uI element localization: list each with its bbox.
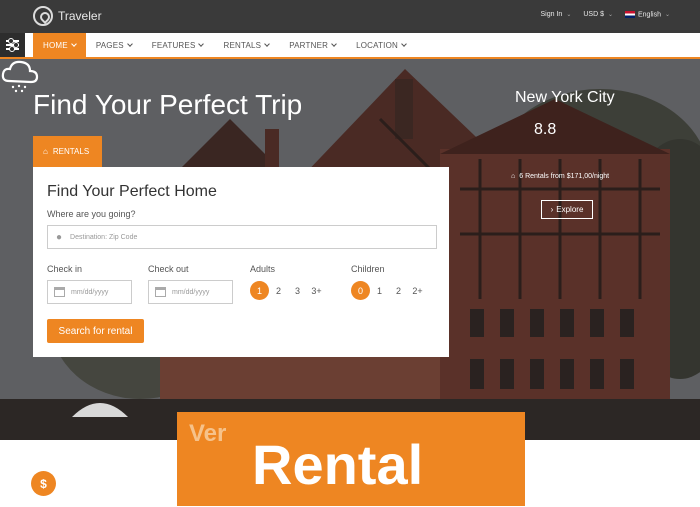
nav-item-label: FEATURES — [151, 40, 196, 50]
check-in-label: Check in — [47, 264, 83, 274]
check-out-label: Check out — [148, 264, 189, 274]
check-in-field[interactable]: mm/dd/yyyy — [47, 280, 132, 304]
tab-rentals-label: RENTALS — [52, 147, 90, 156]
search-card: Find Your Perfect Home Where are you goi… — [33, 167, 449, 357]
destination-label: Where are you going? — [47, 209, 136, 219]
adults-option[interactable]: 3+ — [307, 281, 326, 300]
uk-flag-icon — [625, 11, 635, 18]
hero-title: Find Your Perfect Trip — [33, 89, 303, 120]
children-option[interactable]: 2+ — [408, 281, 427, 300]
rentals-info-text: 6 Rentals from $171,00/night — [519, 173, 610, 180]
nav-item-label: HOME — [43, 40, 68, 50]
chevron-right-icon: › — [550, 205, 554, 214]
sign-in-link[interactable]: Sign In ⌄ — [541, 11, 572, 18]
adults-option[interactable]: 1 — [250, 281, 269, 300]
nav-item-label: RENTALS — [223, 40, 262, 50]
check-out-placeholder: mm/dd/yyyy — [172, 288, 210, 296]
language-select[interactable]: English ⌄ — [625, 11, 670, 18]
brand-logo[interactable]: Traveler — [33, 6, 102, 26]
main-nav: HOME PAGES FEATURES RENTALS PARTNER LOCA… — [0, 33, 700, 59]
search-for-rental-button[interactable]: Search for rental — [47, 319, 144, 343]
filter-toggle-button[interactable] — [0, 33, 25, 57]
home-icon: ⌂ — [43, 147, 48, 156]
banner-small-text: Ver — [189, 420, 227, 447]
map-marker-icon: ● — [56, 231, 63, 243]
home-icon: ⌂ — [511, 173, 516, 180]
banner-big-text: Rental — [252, 433, 424, 496]
search-card-title: Find Your Perfect Home — [47, 183, 217, 200]
currency-switch-button[interactable]: $ — [31, 471, 56, 496]
children-option[interactable]: 0 — [351, 281, 370, 300]
adults-label: Adults — [250, 264, 276, 274]
language-label: English — [638, 11, 661, 19]
destination-placeholder: Destination: Zip Code — [70, 233, 138, 241]
chevron-down-icon: ⌄ — [566, 12, 572, 19]
calendar-icon — [54, 287, 65, 297]
page: Traveler Sign In ⌄ USD $ ⌄ English ⌄ HOME P… — [0, 0, 700, 507]
check-in-placeholder: mm/dd/yyyy — [71, 288, 109, 296]
chevron-down-icon — [401, 41, 407, 47]
chevron-down-icon: ⌄ — [664, 12, 670, 19]
logo-pin-icon — [33, 6, 53, 26]
chevron-down-icon — [70, 41, 77, 47]
chevron-down-icon — [264, 41, 271, 47]
nav-item-label: LOCATION — [356, 40, 398, 50]
nav-item-rentals[interactable]: RENTALS — [213, 33, 279, 57]
top-bar: Traveler Sign In ⌄ USD $ ⌄ English ⌄ — [0, 0, 700, 33]
rentals-info: ⌂ 6 Rentals from $171,00/night — [511, 173, 609, 180]
chevron-down-icon — [126, 41, 133, 47]
chevron-down-icon — [198, 41, 205, 47]
tab-rentals[interactable]: ⌂ RENTALS — [33, 136, 102, 167]
nav-menu: HOME PAGES FEATURES RENTALS PARTNER LOCA… — [33, 33, 416, 57]
nav-item-label: PARTNER — [289, 40, 329, 50]
promo-banner: Ver Rental — [177, 412, 525, 506]
adults-option[interactable]: 2 — [269, 281, 288, 300]
explore-button[interactable]: › Explore — [541, 200, 593, 219]
chevron-down-icon: ⌄ — [607, 12, 613, 19]
explore-label: Explore — [556, 205, 584, 214]
top-links: Sign In ⌄ USD $ ⌄ English ⌄ — [541, 11, 670, 18]
nav-item-label: PAGES — [95, 40, 124, 50]
children-option[interactable]: 1 — [370, 281, 389, 300]
nav-item-home[interactable]: HOME — [33, 33, 86, 57]
sliders-icon-line — [6, 46, 19, 52]
destination-input[interactable]: ● Destination: Zip Code — [47, 225, 437, 249]
nav-item-features[interactable]: FEATURES — [142, 33, 214, 57]
nav-item-location[interactable]: LOCATION — [346, 33, 416, 57]
calendar-icon — [155, 287, 166, 297]
children-selector: 0 1 2 2+ — [351, 281, 427, 300]
children-option[interactable]: 2 — [389, 281, 408, 300]
weather-city: New York City — [515, 89, 615, 106]
children-label: Children — [351, 264, 385, 274]
adults-selector: 1 2 3 3+ — [250, 281, 326, 300]
currency-select[interactable]: USD $ ⌄ — [583, 11, 613, 18]
check-out-field[interactable]: mm/dd/yyyy — [148, 280, 233, 304]
chevron-down-icon — [331, 41, 337, 47]
sign-in-label: Sign In — [540, 11, 563, 19]
nav-item-partner[interactable]: PARTNER — [279, 33, 346, 57]
brand-name: Traveler — [58, 9, 102, 23]
adults-option[interactable]: 3 — [288, 281, 307, 300]
nav-item-pages[interactable]: PAGES — [86, 33, 142, 57]
weather-temperature: 8.8 — [534, 121, 557, 138]
currency-label: USD $ — [583, 11, 604, 19]
cloud-rain-icon — [1, 60, 39, 93]
